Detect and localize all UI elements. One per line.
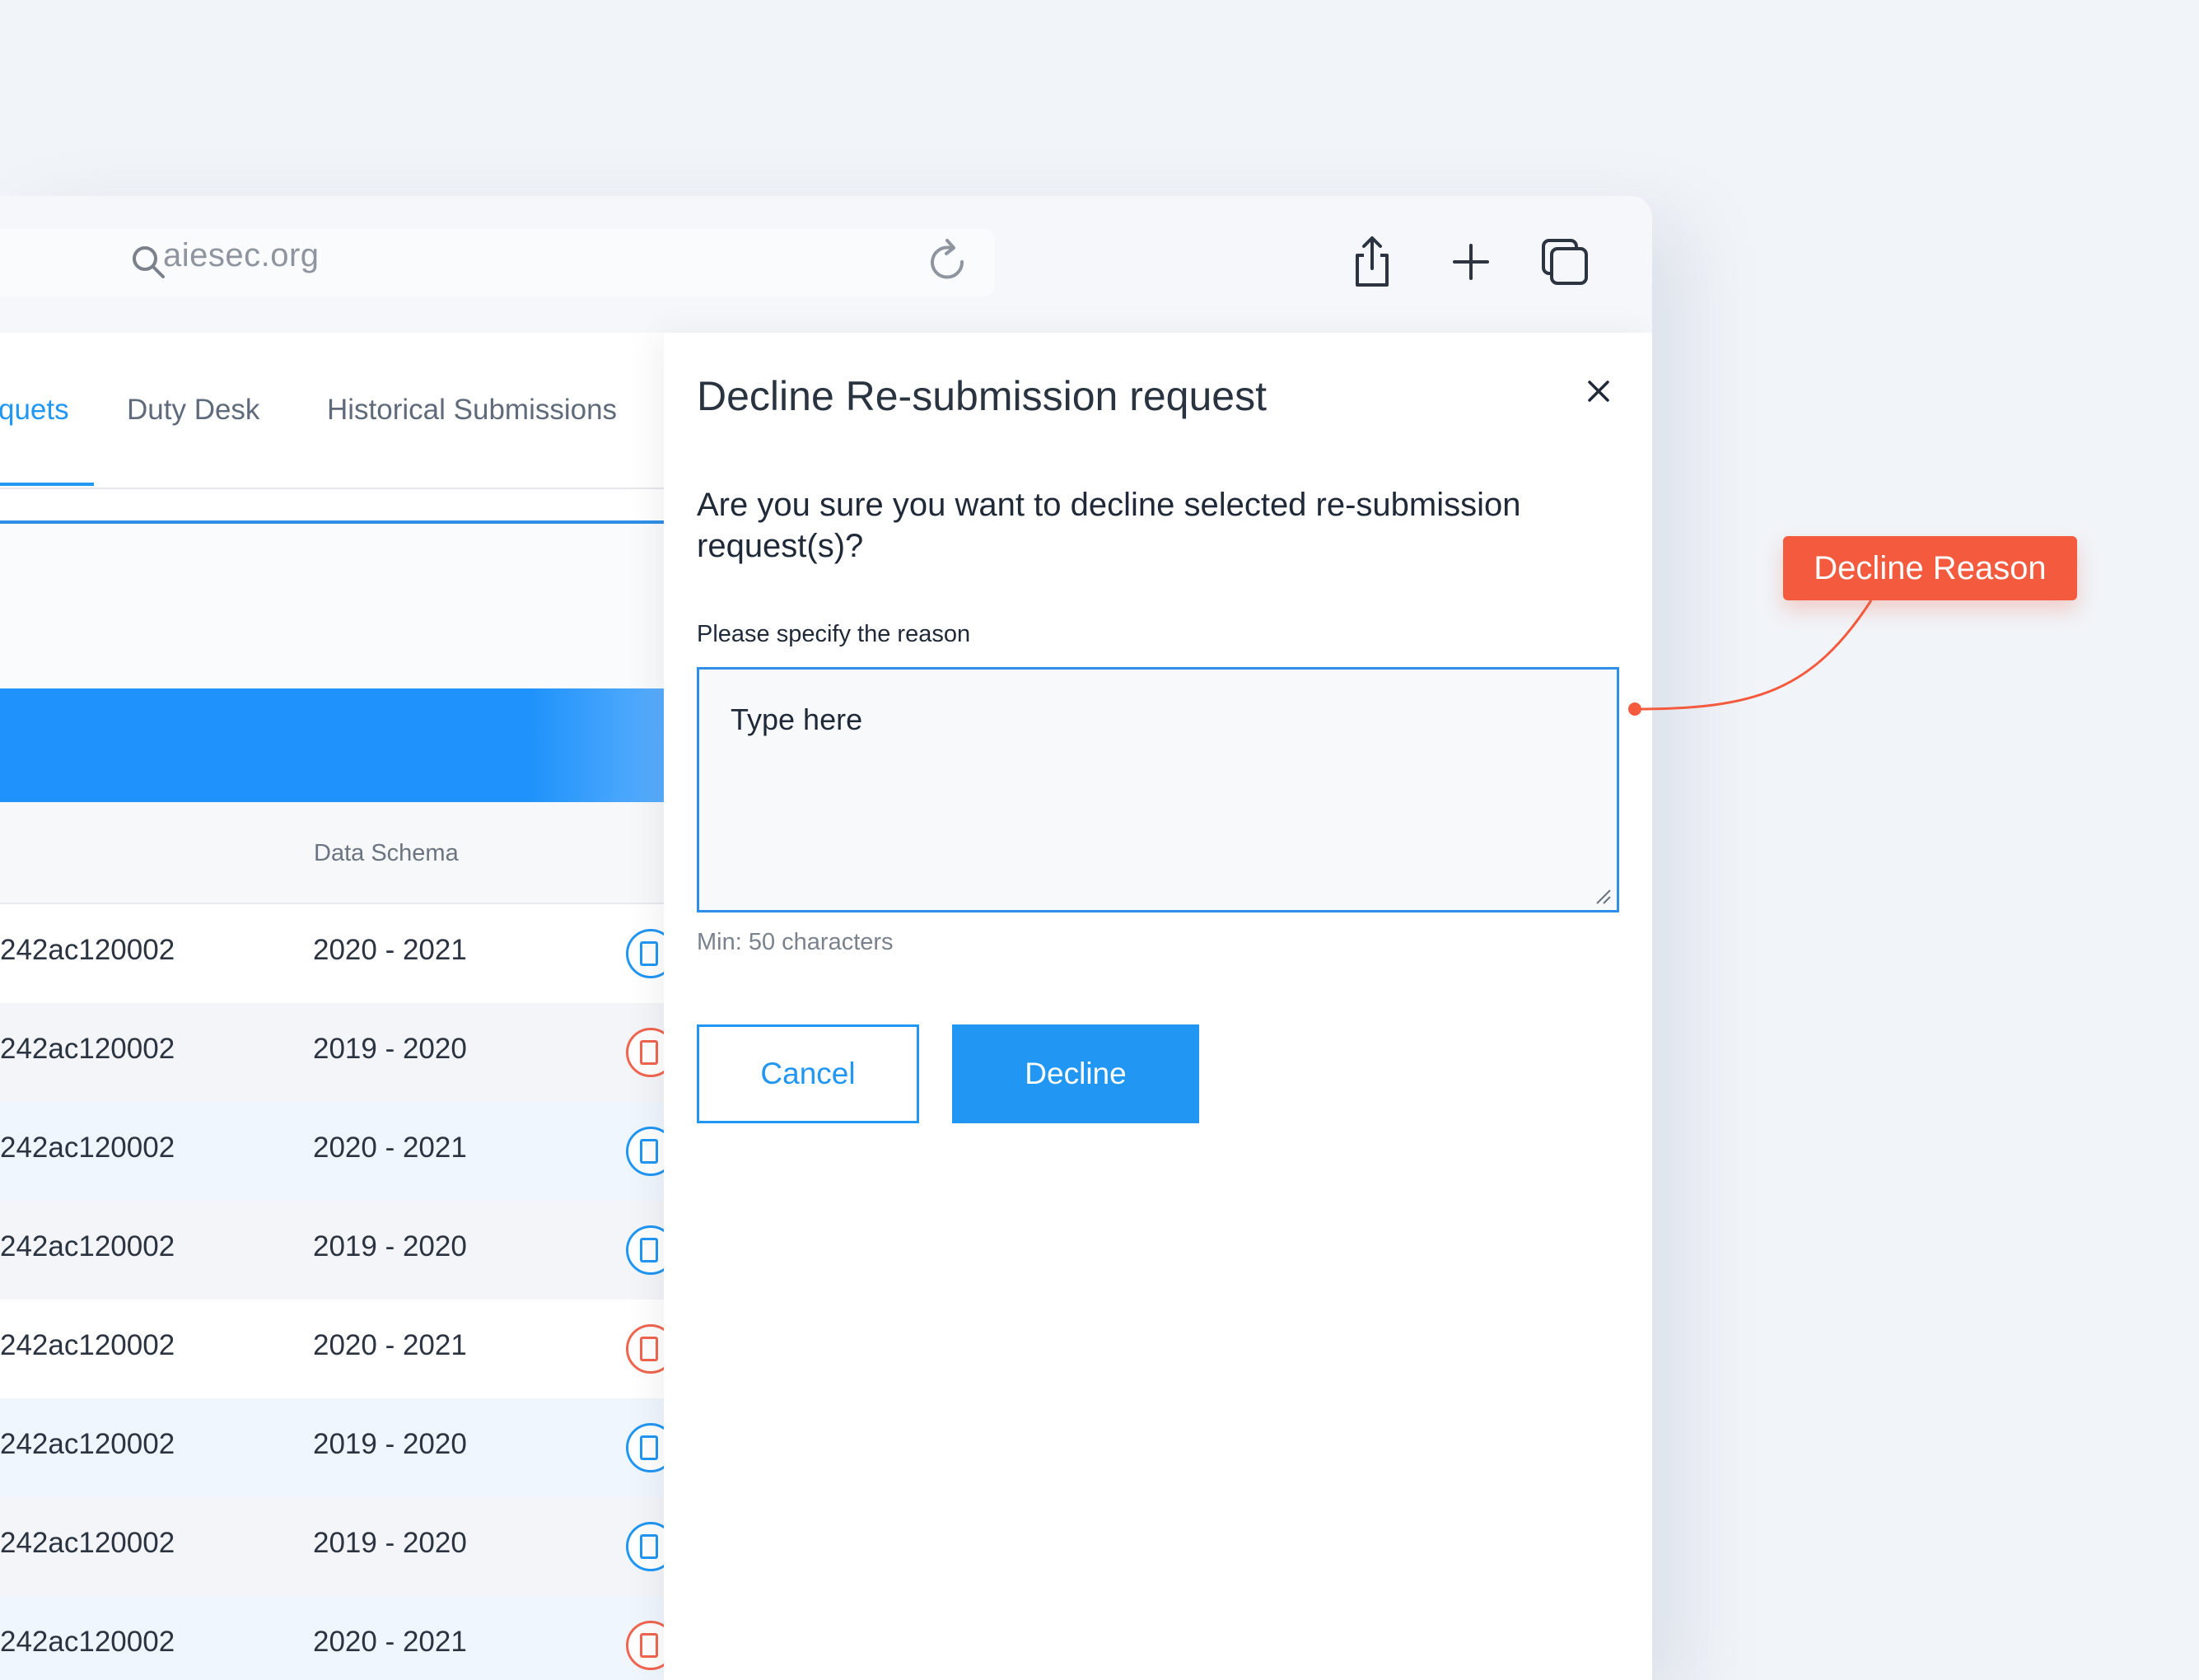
row-id: 242ac120002	[0, 934, 175, 966]
confirmation-question: Are you sure you want to decline selecte…	[697, 487, 1521, 564]
row-id: 242ac120002	[0, 1132, 175, 1164]
tab-bar: quets Duty Desk Historical Submissions	[0, 333, 664, 489]
row-schema: 2020 - 2021	[313, 934, 467, 966]
url-text[interactable]: aiesec.org	[163, 237, 320, 274]
annotation-label: Decline Reason	[1783, 536, 2077, 600]
decline-modal: Decline Re-submission request Are you su…	[664, 333, 1652, 1680]
row-schema: 2019 - 2020	[313, 1033, 467, 1065]
row-id: 242ac120002	[0, 1527, 175, 1559]
row-id: 242ac120002	[0, 1329, 175, 1361]
row-id: 242ac120002	[0, 1230, 175, 1262]
row-schema: 2020 - 2021	[313, 1132, 467, 1164]
cancel-button[interactable]: Cancel	[697, 1024, 919, 1123]
close-icon[interactable]	[1580, 372, 1618, 410]
min-characters-hint: Min: 50 characters	[697, 929, 894, 955]
table-row[interactable]: 242ac120002 2020 - 2021	[0, 1300, 675, 1398]
row-schema: 2019 - 2020	[313, 1428, 467, 1460]
reason-textarea[interactable]: Type here	[697, 667, 1619, 912]
decline-button[interactable]: Decline	[952, 1024, 1199, 1123]
reason-label: Please specify the reason	[697, 621, 971, 647]
filter-area	[0, 524, 664, 688]
table-row[interactable]: 242ac120002 2019 - 2020	[0, 1398, 675, 1497]
table-header: Data Schema	[0, 802, 664, 904]
resize-handle-icon[interactable]	[1595, 889, 1612, 905]
browser-window: aiesec.org quets Duty Desk Historical Su…	[0, 196, 1652, 1680]
tab-duty-desk[interactable]: Duty Desk	[127, 394, 259, 427]
reload-icon[interactable]	[926, 237, 970, 287]
active-tab-indicator	[0, 483, 94, 486]
table-row[interactable]: 242ac120002 2020 - 2021	[0, 904, 675, 1003]
column-data-schema: Data Schema	[314, 840, 459, 866]
reason-placeholder: Type here	[731, 702, 863, 736]
share-icon[interactable]	[1344, 234, 1400, 290]
tab-requests[interactable]: quets	[0, 394, 69, 427]
blue-banner	[0, 688, 664, 802]
row-schema: 2019 - 2020	[313, 1527, 467, 1559]
row-schema: 2020 - 2021	[313, 1329, 467, 1361]
table-row[interactable]: 242ac120002 2020 - 2021	[0, 1596, 675, 1680]
table-row[interactable]: 242ac120002 2019 - 2020	[0, 1003, 675, 1102]
modal-title: Decline Re-submission request	[697, 373, 1267, 419]
table-row[interactable]: 242ac120002 2019 - 2020	[0, 1201, 675, 1300]
row-id: 242ac120002	[0, 1626, 175, 1658]
tab-historical-submissions[interactable]: Historical Submissions	[327, 394, 617, 427]
search-icon	[133, 246, 165, 278]
row-schema: 2020 - 2021	[313, 1626, 467, 1658]
row-id: 242ac120002	[0, 1033, 175, 1065]
row-id: 242ac120002	[0, 1428, 175, 1460]
row-schema: 2019 - 2020	[313, 1230, 467, 1262]
table-row[interactable]: 242ac120002 2019 - 2020	[0, 1497, 675, 1596]
new-tab-icon[interactable]	[1443, 234, 1499, 290]
table-row[interactable]: 242ac120002 2020 - 2021	[0, 1102, 675, 1201]
tabs-overview-icon[interactable]	[1537, 234, 1593, 290]
